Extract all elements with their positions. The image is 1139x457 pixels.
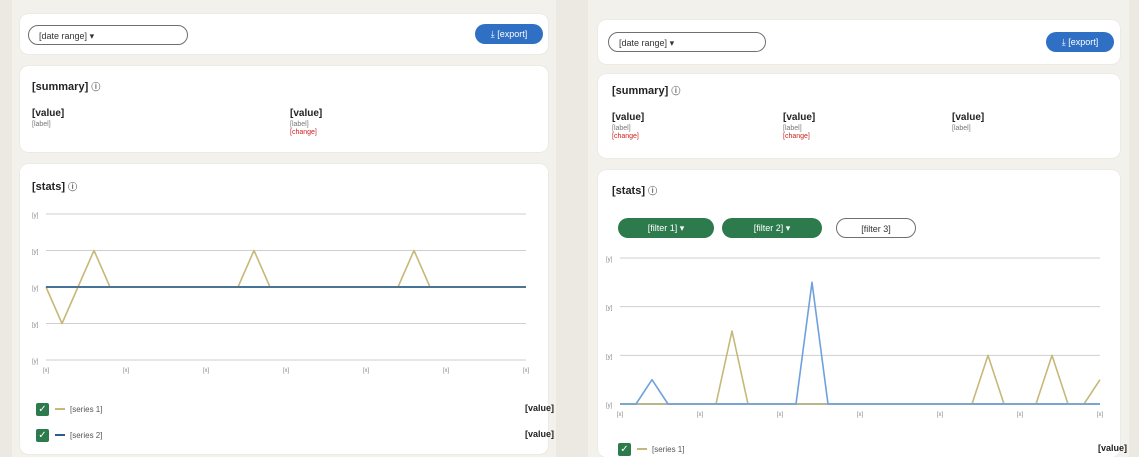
y-tick-label: [y]	[32, 286, 39, 292]
x-tick-label: [x]	[443, 368, 450, 374]
left-panel: [date range] ▾ ⤓ [export] [summary] ⓘ [v…	[12, 0, 556, 457]
right-toolbar-card: [date range] ▾ ⤓ [export]	[598, 20, 1120, 64]
x-tick-label: [x]	[283, 368, 290, 374]
metric-label: [label]	[952, 125, 971, 132]
right-export-label: [export]	[1068, 37, 1099, 47]
metric-value: [value]	[783, 112, 816, 123]
left-toolbar-card: [date range] ▾ ⤓ [export]	[20, 14, 548, 54]
x-tick-label: [x]	[857, 412, 864, 418]
right-summary-card: [summary] ⓘ [value] [label] [change] [va…	[598, 74, 1120, 158]
right-date-range-button[interactable]: [date range] ▾	[608, 32, 766, 52]
x-tick-label: [x]	[777, 412, 784, 418]
metric-value: [value]	[32, 108, 65, 119]
metric-label: [label]	[612, 125, 631, 132]
y-tick-label: [y]	[32, 323, 39, 329]
right-line-chart: [y] [y] [y] [y] [x] [x] [x] [x] [x] [x] [x]	[606, 257, 1104, 418]
y-tick-label: [y]	[32, 359, 39, 365]
metric-value: [value]	[612, 112, 645, 123]
x-tick-label: [x]	[363, 368, 370, 374]
x-tick-label: [x]	[697, 412, 704, 418]
checkbox-checked-icon[interactable]: ✓	[618, 442, 631, 456]
legend-value: [value]	[525, 429, 555, 439]
checkbox-checked-icon[interactable]: ✓	[36, 402, 49, 416]
series-line-2	[620, 281, 1100, 405]
chevron-down-icon: ▾	[89, 31, 95, 41]
checkbox-checked-icon[interactable]: ✓	[36, 428, 49, 442]
metric-value: [value]	[952, 112, 985, 123]
left-date-range-text: [date range]	[39, 31, 88, 41]
legend-value: [value]	[1098, 443, 1128, 453]
y-tick-label: [y]	[606, 403, 613, 409]
left-line-chart: [y] [y] [y] [y] [y] [x] [x] [x] [x] [x] [x] [x]	[32, 213, 530, 374]
left-stats-card: [stats] ⓘ [y] [y] [y] [y] [y] [x] [x] [x] [x] [x]…	[20, 164, 554, 454]
series-line-1	[620, 330, 1101, 405]
left-legend-row-2[interactable]: ✓ [series 2]	[36, 428, 102, 442]
legend-swatch	[55, 408, 65, 410]
legend-swatch	[637, 448, 647, 450]
left-summary-title: [summary] ⓘ	[32, 80, 100, 93]
info-icon[interactable]: ⓘ	[91, 82, 100, 92]
x-tick-label: [x]	[1097, 412, 1104, 418]
right-panel: [date range] ▾ ⤓ [export] [summary] ⓘ [v…	[588, 0, 1129, 457]
right-metric-unique-visitors: [value] [label] [change]	[783, 112, 815, 140]
metric-label: [label]	[290, 121, 309, 128]
x-tick-label: [x]	[203, 368, 210, 374]
metric-label: [label]	[783, 125, 802, 132]
legend-label: [series 1]	[70, 404, 103, 414]
x-tick-label: [x]	[123, 368, 130, 374]
right-legend-row-1[interactable]: ✓ [series 1]	[618, 442, 684, 456]
metric-change: [change]	[783, 133, 810, 140]
metric-change: [change]	[290, 129, 317, 136]
info-icon[interactable]: ⓘ	[671, 86, 680, 96]
legend-value: [value]	[525, 403, 555, 413]
left-metric-total: [value] [label]	[32, 108, 64, 128]
y-tick-label: [y]	[32, 213, 39, 219]
y-tick-label: [y]	[606, 257, 613, 263]
x-tick-label: [x]	[1017, 412, 1024, 418]
left-summary-card: [summary] ⓘ [value] [label] [value] [lab…	[20, 66, 548, 152]
metric-value: [value]	[290, 108, 323, 119]
right-metric-custom-button: [value] [label]	[952, 112, 984, 132]
right-metric-page-views: [value] [label] [change]	[612, 112, 644, 140]
x-tick-label: [x]	[617, 412, 624, 418]
right-export-button[interactable]: ⤓ [export]	[1046, 32, 1114, 52]
x-tick-label: [x]	[43, 368, 50, 374]
left-legend-row-1[interactable]: ✓ [series 1]	[36, 402, 102, 416]
left-export-button[interactable]: ⤓ [export]	[475, 24, 543, 44]
y-tick-label: [y]	[32, 250, 39, 256]
x-tick-label: [x]	[523, 368, 530, 374]
left-export-label: [export]	[497, 29, 528, 39]
y-tick-label: [y]	[606, 306, 613, 312]
legend-label: [series 2]	[70, 430, 103, 440]
left-date-range-button[interactable]: [date range] ▾	[28, 25, 188, 45]
x-tick-label: [x]	[937, 412, 944, 418]
legend-label: [series 1]	[652, 444, 685, 454]
y-tick-label: [y]	[606, 354, 613, 360]
metric-change: [change]	[612, 133, 639, 140]
metric-label: [label]	[32, 121, 51, 128]
left-metric-new: [value] [label] [change]	[290, 108, 322, 136]
chevron-down-icon: ▾	[669, 38, 675, 48]
left-summary-title-text: [summary]	[32, 81, 89, 93]
right-summary-title: [summary] ⓘ	[612, 84, 680, 97]
legend-swatch	[55, 434, 65, 436]
right-date-range-text: [date range]	[619, 38, 668, 48]
right-stats-card: [stats] ⓘ [filter 1] ▾ [filter 2] ▾ [fil…	[598, 170, 1127, 457]
right-summary-title-text: [summary]	[612, 85, 669, 97]
